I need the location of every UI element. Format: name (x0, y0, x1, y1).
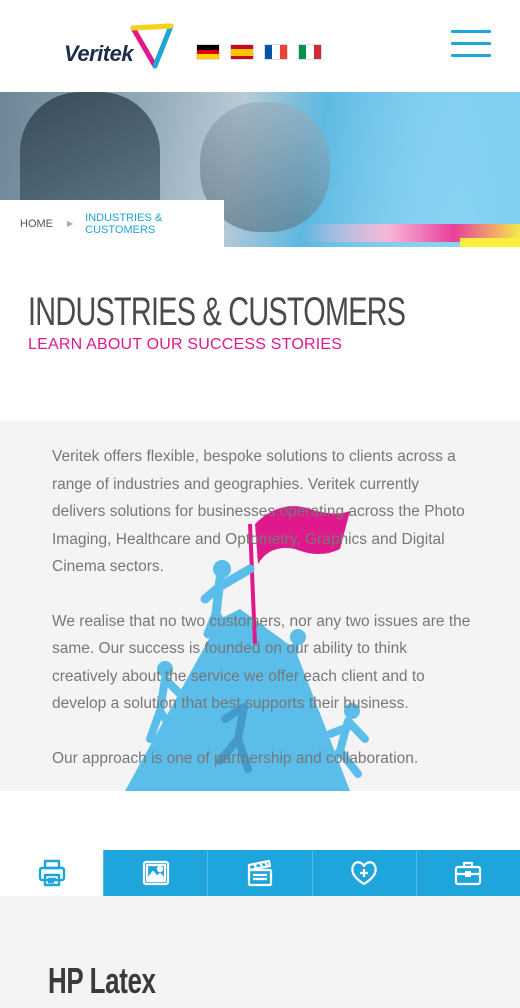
flag-spanish-icon[interactable] (230, 44, 254, 60)
printer-icon (38, 859, 65, 887)
intro-paragraph: We realise that no two customers, nor an… (52, 612, 471, 713)
image-icon (142, 860, 169, 886)
language-selector (196, 44, 322, 60)
section-title: HP Latex (48, 960, 156, 1001)
logo-wordmark: Veritek (64, 41, 134, 66)
briefcase-icon (455, 861, 482, 886)
tab-digital-cinema[interactable] (207, 850, 311, 896)
menu-hamburger-icon[interactable] (451, 28, 491, 60)
intro-paragraph: Our approach is one of partnership and c… (52, 749, 419, 767)
tab-healthcare[interactable] (311, 850, 416, 896)
intro-text: Veritek offers flexible, bespoke solutio… (52, 443, 472, 791)
flag-italian-icon[interactable] (298, 44, 322, 60)
clapperboard-icon (247, 859, 273, 887)
tab-business[interactable] (415, 850, 520, 896)
breadcrumb-home-link[interactable]: HOME (20, 218, 53, 230)
breadcrumb: HOME ▶ INDUSTRIES & CUSTOMERS (0, 200, 224, 247)
page-title: INDUSTRIES & CUSTOMERS (28, 290, 406, 334)
heart-care-icon (351, 861, 377, 886)
logo-triangle-icon (130, 23, 174, 69)
intro-section: Veritek offers flexible, bespoke solutio… (0, 421, 520, 791)
tab-printing[interactable] (0, 850, 104, 896)
hero-color-stripe (460, 238, 520, 247)
tab-photo-imaging[interactable] (103, 850, 207, 896)
flag-french-icon[interactable] (264, 44, 288, 60)
breadcrumb-current-link[interactable]: INDUSTRIES & CUSTOMERS (85, 212, 224, 236)
breadcrumb-arrow-icon: ▶ (67, 219, 74, 228)
veritek-logo[interactable]: Veritek (62, 22, 177, 72)
intro-paragraph: Veritek offers flexible, bespoke solutio… (52, 448, 465, 575)
flag-german-icon[interactable] (196, 44, 220, 60)
site-header: Veritek (0, 0, 520, 92)
industry-tabs (0, 850, 520, 896)
page-subtitle: LEARN ABOUT OUR SUCCESS STORIES (28, 336, 343, 353)
